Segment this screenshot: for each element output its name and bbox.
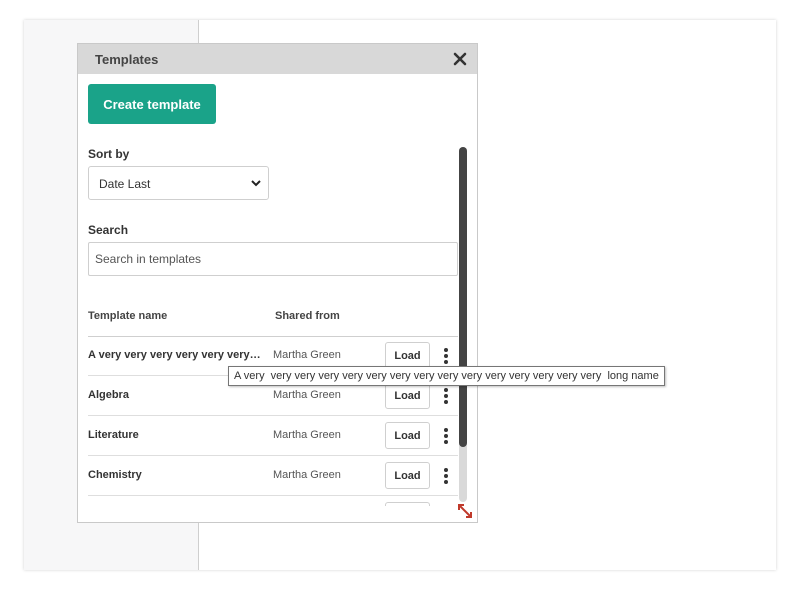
table-row[interactable]: Chemistry Martha Green Load <box>88 456 458 496</box>
sort-by-label: Sort by <box>88 147 130 161</box>
load-button[interactable]: Load <box>385 422 430 449</box>
load-button-partial <box>385 502 430 506</box>
panel-title: Templates <box>95 52 159 67</box>
load-button[interactable]: Load <box>385 342 430 369</box>
search-input[interactable] <box>88 242 458 276</box>
panel-header[interactable]: Templates <box>78 44 477 74</box>
create-template-button[interactable]: Create template <box>88 84 216 124</box>
shared-from: Martha Green <box>273 469 341 481</box>
templates-panel: Templates Create template Sort by Date L… <box>77 43 478 523</box>
shared-from: Martha Green <box>273 389 341 401</box>
chevron-down-icon <box>251 180 261 187</box>
kebab-menu-icon[interactable] <box>440 427 452 445</box>
column-header-shared-from: Shared from <box>275 310 340 322</box>
close-button[interactable] <box>449 48 471 70</box>
kebab-menu-icon[interactable] <box>440 387 452 405</box>
sort-by-value: Date Last <box>99 177 151 191</box>
table-header: Template name Shared from <box>88 310 458 337</box>
kebab-menu-icon[interactable] <box>440 467 452 485</box>
resize-icon[interactable] <box>456 502 474 520</box>
template-name: A very very very very very very… <box>88 349 261 361</box>
template-name: Chemistry <box>88 469 142 481</box>
scrollbar-thumb[interactable] <box>459 147 467 447</box>
search-label: Search <box>88 223 129 237</box>
template-name-tooltip: A very very very very very very very ver… <box>228 366 665 386</box>
table-row-partial <box>88 496 458 506</box>
close-icon <box>453 52 467 66</box>
sort-by-select[interactable]: Date Last <box>88 166 269 200</box>
table-row[interactable]: Literature Martha Green Load <box>88 416 458 456</box>
template-name: Algebra <box>88 389 129 401</box>
column-header-template-name: Template name <box>88 310 168 322</box>
kebab-menu-icon[interactable] <box>440 347 452 365</box>
load-button[interactable]: Load <box>385 382 430 409</box>
load-button[interactable]: Load <box>385 462 430 489</box>
template-name: Literature <box>88 429 139 441</box>
shared-from: Martha Green <box>273 349 341 361</box>
shared-from: Martha Green <box>273 429 341 441</box>
